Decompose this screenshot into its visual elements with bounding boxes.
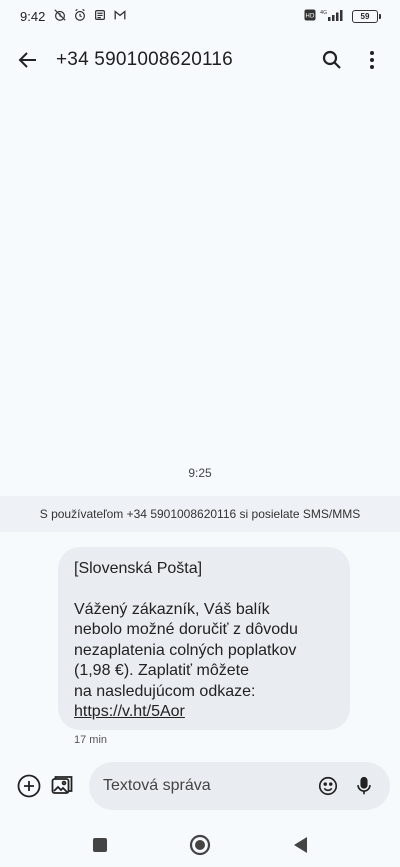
message-time: 17 min [74, 734, 108, 746]
message-line: na nasledujúcom odkaze: [74, 682, 256, 700]
back-nav-button[interactable] [285, 830, 315, 860]
message-line: nebolo možné doručiť z dôvodu [74, 621, 298, 638]
message-input-container[interactable] [89, 762, 390, 810]
status-right: HD 4G 59 [304, 9, 381, 24]
message-line: (1,98 €). Zaplatiť môžete [74, 662, 249, 679]
search-button[interactable] [312, 40, 352, 80]
message-link[interactable]: https://v.ht/5Aor [74, 703, 185, 720]
back-button[interactable] [8, 40, 48, 80]
alarm-off-icon [53, 8, 67, 25]
notification-icon [93, 8, 107, 25]
svg-text:HD: HD [305, 12, 315, 19]
sms-info-banner: S používateľom +34 5901008620116 si posi… [0, 496, 400, 532]
app-bar: +34 5901008620116 [0, 36, 400, 84]
message-bubble[interactable]: [Slovenská Pošta] Vážený zákazník, Váš b… [58, 547, 350, 730]
signal-icon: 4G [320, 9, 346, 24]
message-line: [Slovenská Pošta] [74, 560, 203, 577]
add-circle-icon [17, 774, 41, 798]
attach-button[interactable] [12, 766, 46, 806]
status-time: 9:42 [20, 8, 46, 24]
voice-button[interactable] [346, 768, 382, 804]
gallery-icon [51, 776, 73, 794]
conversation-title: +34 5901008620116 [56, 49, 233, 70]
emoji-button[interactable] [310, 768, 346, 804]
battery-icon: 59 [352, 9, 381, 23]
gmail-icon [113, 8, 127, 25]
triangle-back-icon [294, 836, 307, 853]
back-arrow-icon [18, 52, 36, 68]
square-icon [93, 837, 107, 852]
compose-bar [0, 760, 400, 812]
message-input[interactable] [103, 777, 310, 795]
alarm-icon [73, 8, 87, 25]
volte-icon: HD [304, 9, 316, 24]
status-left: 9:42 [20, 8, 127, 25]
more-options-button[interactable] [352, 40, 392, 80]
mic-icon [357, 776, 371, 795]
message-line: nezaplatenia colných poplatkov [74, 641, 297, 659]
system-nav-bar [0, 822, 400, 867]
conversation-timestamp: 9:25 [188, 466, 212, 480]
emoji-icon [318, 776, 338, 796]
gallery-button[interactable] [46, 766, 80, 806]
recents-button[interactable] [85, 830, 115, 860]
sms-info-text: S používateľom +34 5901008620116 si posi… [39, 507, 361, 521]
more-vert-icon [370, 51, 374, 69]
message-line: Vážený zákazník, Váš balík [74, 600, 270, 618]
svg-text:4G: 4G [320, 10, 327, 16]
status-bar: 9:42 HD 4G 59 [0, 0, 400, 32]
home-button[interactable] [185, 830, 215, 860]
search-icon [322, 50, 341, 69]
circle-icon [189, 834, 211, 855]
